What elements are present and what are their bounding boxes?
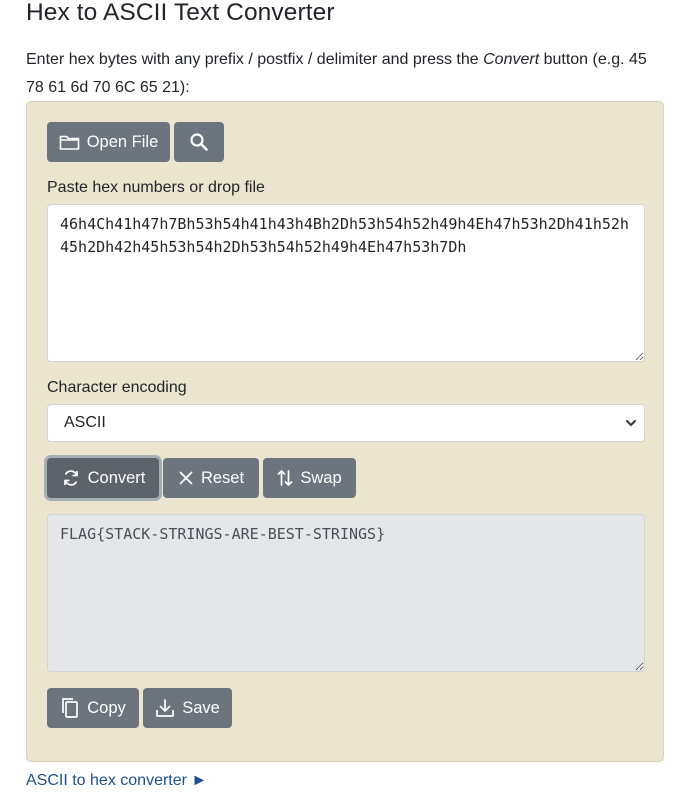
hex-input[interactable]: 46h4Ch41h47h7Bh53h54h41h43h4Bh2Dh53h54h5… <box>47 204 645 362</box>
ascii-to-hex-link[interactable]: ASCII to hex converter ► <box>26 772 207 790</box>
page: Hex to ASCII Text Converter Enter hex by… <box>0 0 680 804</box>
save-label: Save <box>182 698 220 717</box>
swap-button[interactable]: Swap <box>263 458 356 498</box>
encoding-select[interactable]: ASCII <box>47 404 645 442</box>
intro-text-emphasis: Convert <box>483 51 540 68</box>
refresh-icon <box>61 468 81 488</box>
open-file-label: Open File <box>86 132 159 151</box>
hex-input-label: Paste hex numbers or drop file <box>47 179 265 196</box>
copy-button[interactable]: Copy <box>47 688 139 728</box>
close-icon <box>178 470 194 486</box>
reset-label: Reset <box>200 468 245 487</box>
search-icon <box>189 132 209 152</box>
folder-icon <box>59 133 80 151</box>
convert-button[interactable]: Convert <box>47 458 159 498</box>
chevron-down-icon <box>624 416 638 435</box>
page-title: Hex to ASCII Text Converter <box>26 0 335 26</box>
search-button[interactable] <box>174 122 224 162</box>
open-file-button[interactable]: Open File <box>47 122 170 162</box>
encoding-selected-value: ASCII <box>64 414 106 431</box>
intro-text: Enter hex bytes with any prefix / postfi… <box>26 46 666 102</box>
swap-arrows-icon <box>277 468 293 488</box>
copy-label: Copy <box>87 698 126 717</box>
intro-text-before: Enter hex bytes with any prefix / postfi… <box>26 51 484 68</box>
swap-label: Swap <box>300 468 342 487</box>
convert-label: Convert <box>87 468 146 487</box>
download-icon <box>155 698 175 718</box>
copy-icon <box>60 697 80 719</box>
encoding-label: Character encoding <box>47 379 187 396</box>
output-text[interactable]: FLAG{STACK-STRINGS-ARE-BEST-STRINGS} <box>47 514 645 672</box>
reset-button[interactable]: Reset <box>163 458 259 498</box>
save-button[interactable]: Save <box>143 688 232 728</box>
